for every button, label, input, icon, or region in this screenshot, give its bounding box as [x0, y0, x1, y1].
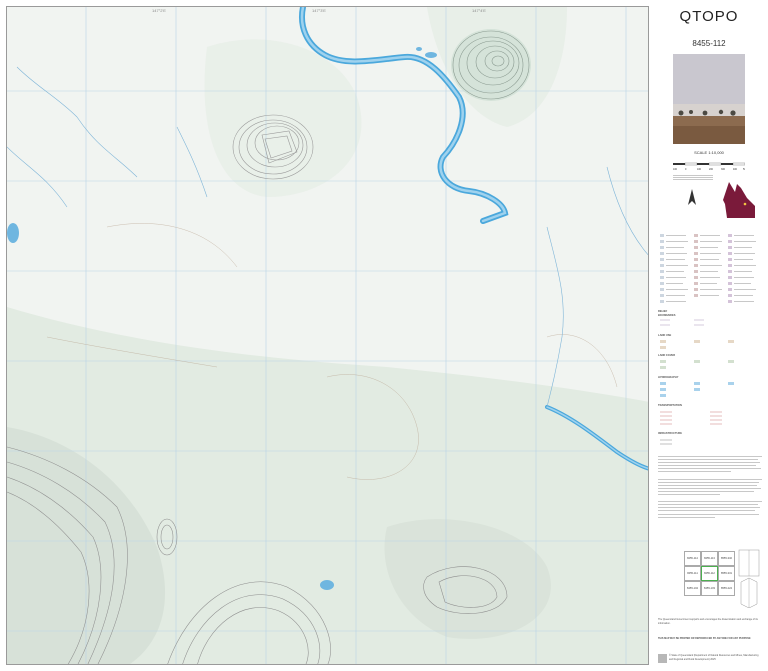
adjoining-sheet-ne: 8555-332	[718, 551, 735, 566]
fold-diagram-icon	[737, 546, 761, 613]
footer-note-dissemination: The Queensland Government supports and e…	[658, 618, 758, 625]
legend-heading-boundaries: BOUNDARIES	[658, 314, 676, 317]
grid-label-top-1: 147°2'E	[152, 8, 166, 13]
topographic-map	[7, 7, 648, 664]
legend-heading-transportation: TRANSPORTATION	[658, 404, 682, 407]
north-arrow-icon	[685, 189, 699, 212]
scale-tick-6: 500	[743, 168, 745, 171]
copyright-block: © State of Queensland (Department of Nat…	[658, 654, 762, 663]
legend-heading-infrastructure: INFRASTRUCTURE	[658, 432, 682, 435]
footer-note-reproduction: THIS MAP MAY BE PRINTED OR REPRODUCED BY…	[658, 637, 751, 641]
scale-tick-3: 200	[709, 168, 714, 171]
map-title: QTOPO	[679, 8, 739, 25]
scale-tick-2: 100	[697, 168, 702, 171]
hill-contours-northeast	[451, 29, 531, 101]
scale-tick-1: 0	[685, 168, 687, 171]
sheet-number: 8455-112	[692, 39, 726, 48]
adjoining-sheet-current: 8455-112	[701, 566, 718, 581]
adjoining-sheet-s: 8455-103	[701, 581, 718, 596]
map-sidebar: QTOPO 8455-112 SCALE 1:10,000 100 0 100	[655, 6, 763, 665]
queensland-government-logo	[658, 654, 667, 663]
grid-label-top-2: 147°3'E	[312, 8, 326, 13]
map-legend: RELIEF BOUNDARIES LAND USE LAND COVER HY…	[658, 226, 762, 454]
legend-heading-hydrography: HYDROGRAPHY	[658, 376, 679, 379]
legend-heading-land-use: LAND USE	[658, 334, 672, 337]
legend-heading-relief: RELIEF	[658, 310, 668, 313]
adjoining-sheet-e: 8555-331	[718, 566, 735, 581]
adjoining-sheet-n: 8455-113	[701, 551, 718, 566]
adjoining-sheet-sw: 8455-104	[684, 581, 701, 596]
copyright-text: © State of Queensland (Department of Nat…	[669, 654, 759, 661]
vegetation-areas	[7, 7, 648, 664]
scale-tick-0: 100	[673, 168, 678, 171]
disclaimer-text	[658, 456, 762, 520]
landscape-photo	[673, 54, 745, 144]
scale-tick-5: 400	[733, 168, 738, 171]
adjoining-sheet-nw: 8455-114	[684, 551, 701, 566]
locator-map	[721, 182, 757, 227]
scale-tick-4: 300	[721, 168, 726, 171]
adjoining-sheet-w: 8455-111	[684, 566, 701, 581]
map-canvas[interactable]: 147°2'E 147°3'E 147°4'E	[6, 6, 649, 665]
scale-label: SCALE 1:10,000	[694, 150, 724, 155]
adjoining-sheet-se: 8555-224	[718, 581, 735, 596]
legend-heading-land-cover: LAND COVER	[658, 354, 676, 357]
footer-notes: The Queensland Government supports and e…	[658, 618, 762, 641]
grid-label-top-3: 147°4'E	[472, 8, 486, 13]
projection-note	[673, 174, 713, 181]
